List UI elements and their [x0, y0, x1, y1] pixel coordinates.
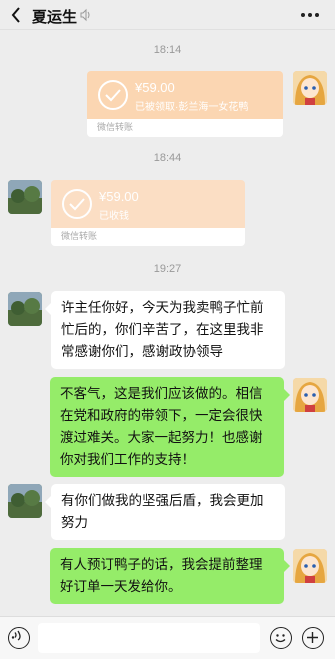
transfer-card-body: ¥59.00 已收钱 — [51, 180, 245, 228]
transfer-footer: 微信转账 — [51, 228, 245, 246]
voice-button[interactable] — [8, 627, 30, 649]
message-input[interactable] — [38, 623, 260, 653]
transfer-amount: ¥59.00 — [99, 189, 139, 204]
avatar-self[interactable] — [293, 71, 327, 105]
input-bar — [0, 616, 335, 659]
avatar-self[interactable] — [293, 549, 327, 583]
message-bubble-received[interactable]: 许主任你好，今天为我卖鸭子忙前忙后的，你们辛苦了，在这里我非常感谢你们，感谢政协… — [45, 291, 285, 369]
message-bubble-received[interactable]: 有你们做我的坚强后盾，我会更加努力 — [45, 484, 285, 540]
anime-girl-avatar-icon — [293, 549, 327, 583]
more-options-button[interactable] — [301, 8, 321, 22]
mute-icon — [80, 8, 90, 22]
dot-icon — [315, 13, 319, 17]
landscape-avatar-icon — [8, 180, 42, 214]
message-bubble-sent[interactable]: 有人预订鸭子的话，我会提前整理好订单一天发给你。 — [50, 548, 290, 604]
avatar-self[interactable] — [293, 378, 327, 412]
avatar-contact[interactable] — [8, 484, 42, 518]
transfer-footer: 微信转账 — [87, 119, 283, 137]
landscape-avatar-icon — [8, 484, 42, 518]
avatar-contact[interactable] — [8, 292, 42, 326]
landscape-avatar-icon — [8, 292, 42, 326]
transfer-card-body: ¥59.00 已被领取·彭兰海一女花鸭 — [87, 71, 283, 119]
chevron-left-icon — [11, 7, 20, 23]
check-circle-icon — [62, 189, 92, 219]
transfer-status: 已被领取·彭兰海一女花鸭 — [135, 102, 249, 113]
avatar-contact[interactable] — [8, 180, 42, 214]
message-bubble-sent[interactable]: 不客气，这是我们应该做的。相信在党和政府的带领下，一定会很快渡过难关。大家一起努… — [50, 377, 290, 477]
transfer-card-sent[interactable]: ¥59.00 已被领取·彭兰海一女花鸭 微信转账 — [87, 71, 283, 137]
more-actions-button[interactable] — [302, 627, 324, 649]
voice-icon — [11, 630, 21, 641]
anime-girl-avatar-icon — [293, 71, 327, 105]
emoji-button[interactable] — [270, 627, 292, 649]
chat-header: 夏运生 — [0, 0, 335, 30]
dot-icon — [308, 13, 312, 17]
back-button[interactable] — [8, 5, 24, 25]
chat-title: 夏运生 — [32, 9, 78, 26]
dot-icon — [301, 13, 305, 17]
transfer-status: 已收钱 — [99, 211, 129, 222]
transfer-card-received[interactable]: ¥59.00 已收钱 微信转账 — [51, 180, 245, 246]
plus-icon — [307, 632, 318, 643]
check-circle-icon — [98, 80, 128, 110]
timestamp: 18:44 — [153, 152, 182, 164]
smiley-icon — [275, 634, 286, 643]
timestamp: 18:14 — [153, 44, 182, 56]
anime-girl-avatar-icon — [293, 378, 327, 412]
timestamp: 19:27 — [153, 263, 182, 275]
transfer-amount: ¥59.00 — [135, 80, 175, 95]
